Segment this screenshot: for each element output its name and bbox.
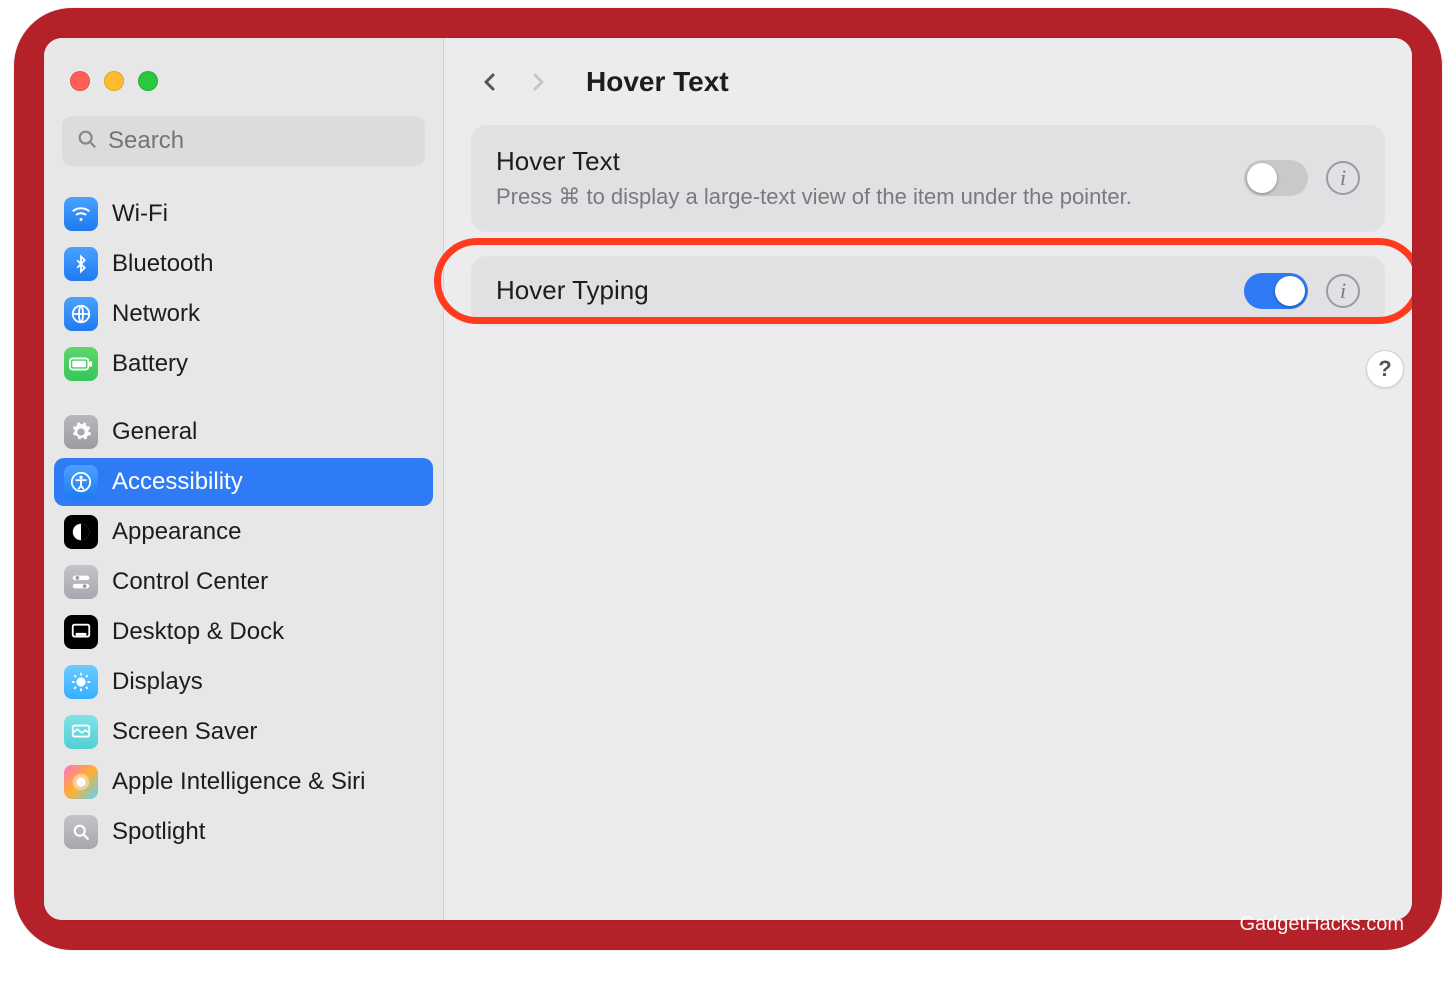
sidebar-group-2: General Accessibility Appearance [54, 390, 433, 856]
back-button[interactable] [468, 60, 512, 104]
globe-icon [64, 297, 98, 331]
sidebar-item-label: Network [112, 300, 200, 328]
search-input[interactable] [108, 127, 418, 155]
wifi-icon [64, 197, 98, 231]
nav-back-forward [468, 60, 560, 104]
hover-text-toggle[interactable] [1244, 160, 1308, 196]
sidebar-item-battery[interactable]: Battery [54, 340, 433, 388]
sidebar-item-label: Appearance [112, 518, 241, 546]
accessibility-icon [64, 465, 98, 499]
sidebar: Wi-Fi Bluetooth Network [44, 38, 444, 920]
hover-text-title: Hover Text [496, 146, 1226, 177]
control-center-icon [64, 565, 98, 599]
sidebar-item-appearance[interactable]: Appearance [54, 508, 433, 556]
zoom-window-button[interactable] [138, 71, 158, 91]
appearance-icon [64, 515, 98, 549]
sidebar-item-label: Bluetooth [112, 250, 213, 278]
page-title: Hover Text [586, 66, 729, 98]
settings-window: Wi-Fi Bluetooth Network [44, 38, 1412, 920]
sidebar-group-1: Wi-Fi Bluetooth Network [54, 184, 433, 388]
search-field[interactable] [62, 116, 425, 166]
sidebar-item-screen-saver[interactable]: Screen Saver [54, 708, 433, 756]
sidebar-item-wifi[interactable]: Wi-Fi [54, 190, 433, 238]
info-icon[interactable]: i [1326, 274, 1360, 308]
sidebar-item-spotlight[interactable]: Spotlight [54, 808, 433, 856]
sidebar-item-label: Apple Intelligence & Siri [112, 768, 365, 796]
window-controls [44, 38, 443, 102]
sidebar-item-label: Wi-Fi [112, 200, 168, 228]
bluetooth-icon [64, 247, 98, 281]
sidebar-item-label: Screen Saver [112, 718, 257, 746]
search-container [44, 102, 443, 176]
hover-typing-toggle[interactable] [1244, 273, 1308, 309]
sidebar-item-label: Battery [112, 350, 188, 378]
help-button[interactable]: ? [1366, 350, 1404, 388]
annotation-frame: Wi-Fi Bluetooth Network [14, 8, 1442, 950]
forward-button[interactable] [516, 60, 560, 104]
sidebar-item-label: Accessibility [112, 468, 243, 496]
siri-icon [64, 765, 98, 799]
search-icon [76, 128, 98, 155]
hover-typing-text: Hover Typing [496, 275, 1226, 306]
gear-icon [64, 415, 98, 449]
dock-icon [64, 615, 98, 649]
hover-text-panel: Hover Text Press ⌘ to display a large-te… [472, 126, 1384, 231]
sidebar-item-label: Desktop & Dock [112, 618, 284, 646]
sidebar-item-label: General [112, 418, 197, 446]
sidebar-item-control-center[interactable]: Control Center [54, 558, 433, 606]
screensaver-icon [64, 715, 98, 749]
content-area: Hover Text Press ⌘ to display a large-te… [444, 126, 1412, 920]
sidebar-item-displays[interactable]: Displays [54, 658, 433, 706]
displays-icon [64, 665, 98, 699]
sidebar-item-apple-intelligence[interactable]: Apple Intelligence & Siri [54, 758, 433, 806]
sidebar-item-general[interactable]: General [54, 408, 433, 456]
hover-typing-title: Hover Typing [496, 275, 1226, 306]
watermark: GadgetHacks.com [1239, 913, 1404, 936]
sidebar-item-label: Spotlight [112, 818, 205, 846]
close-window-button[interactable] [70, 71, 90, 91]
spotlight-icon [64, 815, 98, 849]
hover-typing-panel: Hover Typing i [472, 257, 1384, 325]
minimize-window-button[interactable] [104, 71, 124, 91]
sidebar-item-network[interactable]: Network [54, 290, 433, 338]
titlebar: Hover Text [444, 38, 1412, 126]
sidebar-item-desktop-dock[interactable]: Desktop & Dock [54, 608, 433, 656]
hover-text-description: Press ⌘ to display a large-text view of … [496, 183, 1226, 211]
sidebar-item-bluetooth[interactable]: Bluetooth [54, 240, 433, 288]
hover-text-text: Hover Text Press ⌘ to display a large-te… [496, 146, 1226, 211]
info-icon[interactable]: i [1326, 161, 1360, 195]
sidebar-nav: Wi-Fi Bluetooth Network [44, 176, 443, 920]
battery-icon [64, 347, 98, 381]
main-pane: Hover Text Hover Text Press ⌘ to display… [444, 38, 1412, 920]
sidebar-item-label: Displays [112, 668, 203, 696]
sidebar-item-accessibility[interactable]: Accessibility [54, 458, 433, 506]
sidebar-item-label: Control Center [112, 568, 268, 596]
